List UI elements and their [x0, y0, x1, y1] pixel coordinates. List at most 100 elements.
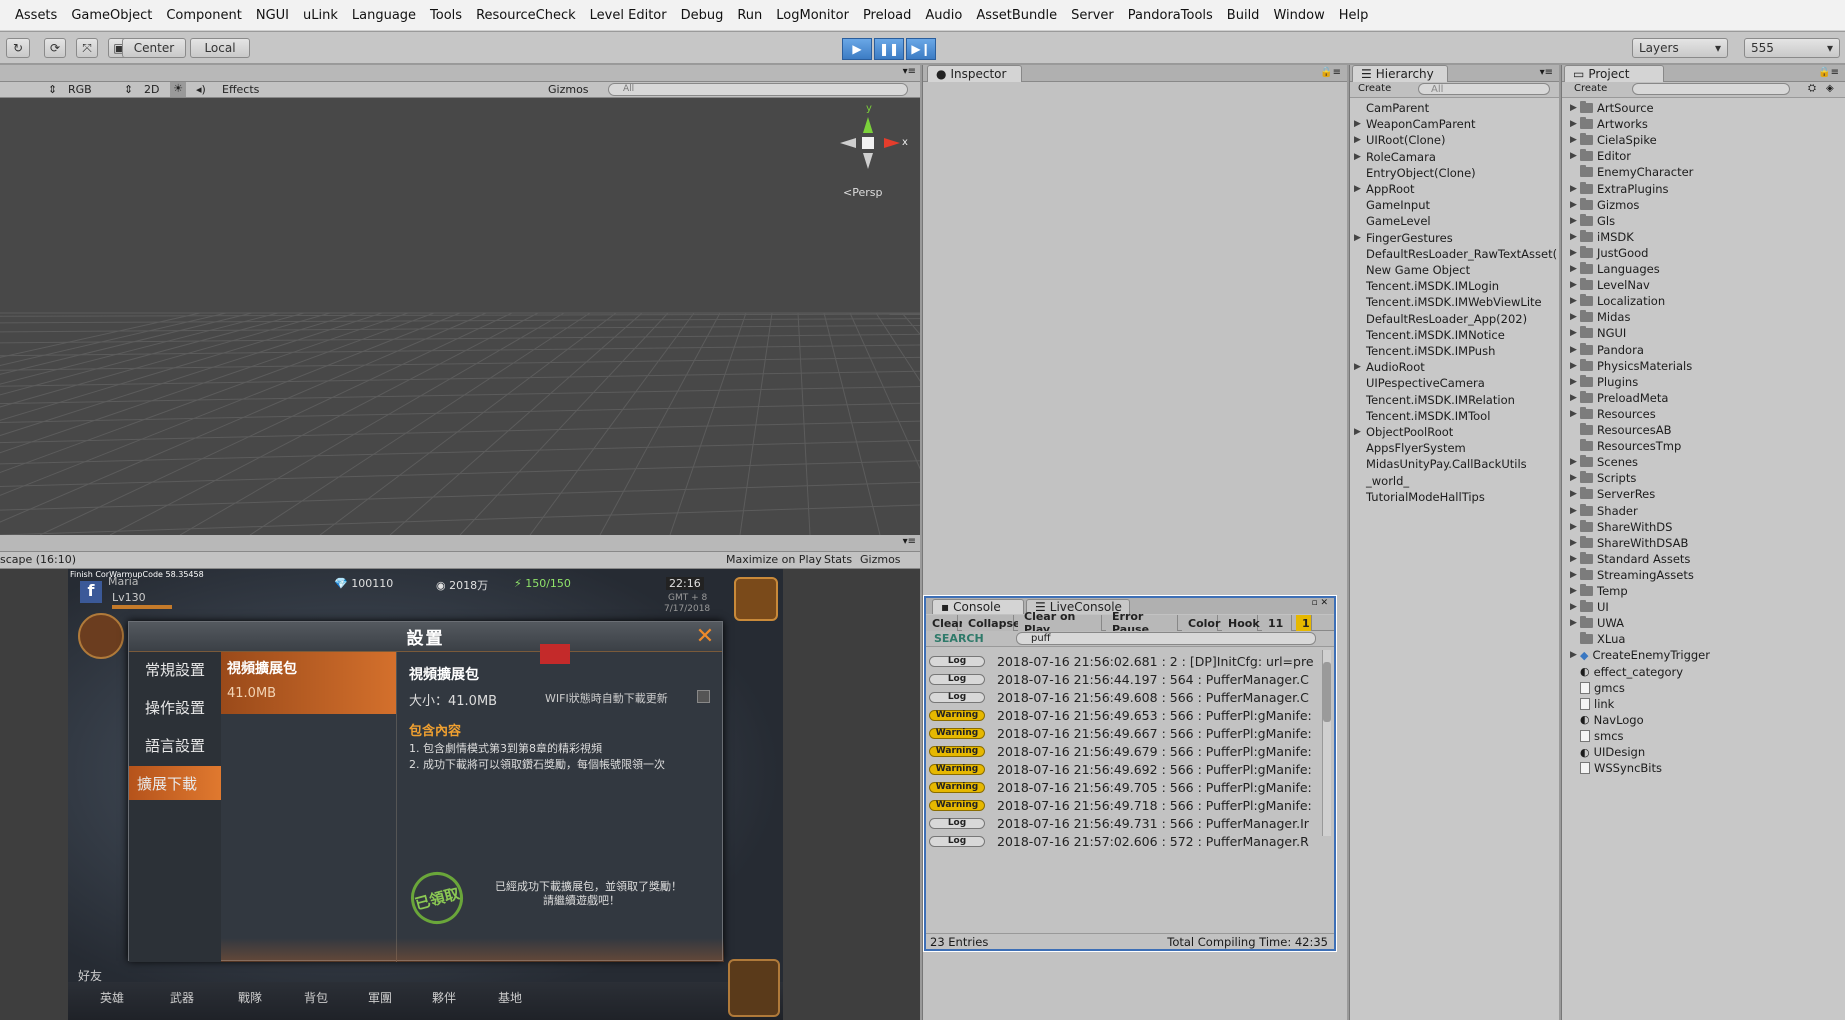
aspect-dropdown[interactable]: scape (16:10) — [0, 553, 76, 566]
expand-arrow-icon[interactable]: ▶ — [1570, 264, 1577, 274]
wifi-checkbox[interactable] — [697, 690, 710, 703]
hierarchy-item[interactable]: Tencent.iMSDK.IMPush — [1366, 344, 1495, 358]
menu-run[interactable]: Run — [730, 8, 769, 23]
expand-arrow-icon[interactable]: ▶ — [1570, 538, 1577, 548]
pivot-center-button[interactable]: Center — [122, 38, 186, 58]
hierarchy-item[interactable]: _world_ — [1366, 474, 1409, 488]
hierarchy-item[interactable]: Tencent.iMSDK.IMRelation — [1366, 393, 1515, 407]
menu-assetbundle[interactable]: AssetBundle — [969, 8, 1064, 23]
nav-base[interactable]: 基地 — [498, 989, 522, 1006]
console-button-hook[interactable]: Hook — [1222, 615, 1260, 631]
console-button-11[interactable]: 11 — [1262, 615, 1292, 631]
project-item[interactable]: link — [1580, 697, 1614, 711]
hierarchy-item[interactable]: GameLevel — [1366, 214, 1431, 228]
menu-expansion-download[interactable]: 擴展下載 — [129, 766, 221, 800]
expand-arrow-icon[interactable]: ▶ — [1570, 377, 1577, 387]
lighting-icon[interactable]: ☀ — [170, 82, 186, 97]
console-entry[interactable]: Warning 2018-07-16 21:56:49.653 : 566 : P… — [929, 706, 1324, 724]
hierarchy-item[interactable]: DefaultResLoader_RawTextAsset( — [1366, 247, 1557, 261]
project-item[interactable]: Pandora — [1580, 342, 1644, 357]
project-item[interactable]: Temp — [1580, 584, 1628, 598]
project-item[interactable]: Plugins — [1580, 374, 1638, 389]
project-item[interactable]: iMSDK — [1580, 229, 1634, 244]
project-item[interactable]: Gizmos — [1580, 197, 1639, 212]
hierarchy-item[interactable]: AppsFlyerSystem — [1366, 441, 1466, 455]
hierarchy-item[interactable]: RoleCamara — [1366, 150, 1436, 164]
console-button-error-pause[interactable]: Error Pause — [1106, 610, 1178, 636]
gizmos-dropdown[interactable]: Gizmos — [860, 553, 901, 566]
project-item[interactable]: WSSyncBits — [1580, 761, 1662, 775]
pivot-local-button[interactable]: Local — [190, 38, 250, 58]
expand-arrow-icon[interactable]: ▶ — [1570, 586, 1577, 596]
expand-arrow-icon[interactable]: ▶ — [1354, 427, 1361, 437]
mission-icon[interactable] — [728, 959, 780, 1017]
menu-ulink[interactable]: uLink — [296, 8, 345, 23]
create-dropdown[interactable]: Create — [1574, 83, 1607, 94]
scale-tool-icon[interactable]: ⤧ — [76, 38, 98, 58]
hierarchy-item[interactable]: CamParent — [1366, 101, 1429, 115]
project-item[interactable]: UI — [1580, 600, 1609, 614]
project-item[interactable]: Standard Assets — [1580, 551, 1690, 566]
expand-arrow-icon[interactable]: ▶ — [1570, 489, 1577, 499]
project-item[interactable]: NGUI — [1580, 326, 1626, 340]
project-item[interactable]: Languages — [1580, 262, 1660, 276]
hierarchy-item[interactable]: TutorialModeHallTips — [1366, 490, 1485, 504]
nav-squad[interactable]: 戰隊 — [238, 989, 262, 1006]
menu-pandoratools[interactable]: PandoraTools — [1121, 8, 1220, 23]
expand-arrow-icon[interactable]: ▶ — [1570, 328, 1577, 338]
project-item[interactable]: ResourcesTmp — [1580, 439, 1681, 453]
expand-arrow-icon[interactable]: ▶ — [1570, 232, 1577, 242]
project-item[interactable]: ServerRes — [1580, 487, 1655, 501]
project-item[interactable]: EnemyCharacter — [1580, 165, 1693, 179]
console-entry[interactable]: Log 2018-07-16 21:56:44.197 : 564 : Puffe… — [929, 670, 1324, 688]
project-item[interactable]: Shader — [1580, 503, 1638, 518]
lock-icon[interactable]: 🔒≡ — [1818, 67, 1839, 78]
project-item[interactable]: ExtraPlugins — [1580, 181, 1669, 196]
console-button-color[interactable]: Color — [1182, 615, 1220, 631]
expand-arrow-icon[interactable]: ▶ — [1570, 409, 1577, 419]
console-entry[interactable]: Warning 2018-07-16 21:56:49.679 : 566 : P… — [929, 742, 1324, 760]
expand-arrow-icon[interactable]: ▶ — [1570, 184, 1577, 194]
menu-level-editor[interactable]: Level Editor — [583, 8, 674, 23]
console-button-1[interactable]: 1 — [1296, 615, 1312, 631]
hierarchy-item[interactable]: DefaultResLoader_App(202) — [1366, 312, 1527, 326]
project-item[interactable]: UWA — [1580, 616, 1624, 630]
expand-arrow-icon[interactable]: ▶ — [1570, 103, 1577, 113]
gizmos-dropdown[interactable]: Gizmos — [548, 83, 589, 96]
project-item[interactable]: ◐ NavLogo — [1580, 713, 1644, 727]
expand-arrow-icon[interactable]: ▶ — [1570, 650, 1577, 660]
expand-arrow-icon[interactable]: ▶ — [1570, 216, 1577, 226]
console-entry[interactable]: Log 2018-07-16 21:57:02.606 : 572 : Puffe… — [929, 832, 1324, 850]
expand-arrow-icon[interactable]: ▶ — [1570, 345, 1577, 355]
expand-arrow-icon[interactable]: ▶ — [1570, 200, 1577, 210]
rotate-tool-icon[interactable]: ⟳ — [44, 38, 66, 58]
menu-assets[interactable]: Assets — [8, 8, 64, 23]
hierarchy-item[interactable]: UIPespectiveCamera — [1366, 376, 1485, 390]
hierarchy-item[interactable]: UIRoot(Clone) — [1366, 133, 1445, 147]
expand-arrow-icon[interactable]: ▶ — [1570, 151, 1577, 161]
console-entry[interactable]: Warning 2018-07-16 21:56:49.705 : 566 : P… — [929, 778, 1324, 796]
console-search-input[interactable]: puff — [1016, 632, 1316, 645]
expand-arrow-icon[interactable]: ▶ — [1570, 135, 1577, 145]
nav-bag[interactable]: 背包 — [304, 989, 328, 1006]
project-item[interactable]: Scripts — [1580, 471, 1636, 485]
menu-preload[interactable]: Preload — [856, 8, 918, 23]
project-item[interactable]: CielaSpike — [1580, 133, 1657, 147]
move-tool-button[interactable]: ↻ — [6, 38, 30, 58]
console-scrollbar[interactable] — [1322, 650, 1331, 836]
maximize-on-play-toggle[interactable]: Maximize on Play — [726, 553, 822, 566]
menu-gameobject[interactable]: GameObject — [64, 8, 159, 23]
expand-arrow-icon[interactable]: ▶ — [1570, 457, 1577, 467]
hierarchy-item[interactable]: New Game Object — [1366, 263, 1470, 277]
expand-arrow-icon[interactable]: ▶ — [1354, 184, 1361, 194]
hierarchy-item[interactable]: FingerGestures — [1366, 231, 1453, 245]
hierarchy-item[interactable]: GameInput — [1366, 198, 1430, 212]
tab-hierarchy[interactable]: ☰ Hierarchy — [1352, 65, 1448, 82]
project-item[interactable]: Gls — [1580, 213, 1615, 228]
hierarchy-item[interactable]: AudioRoot — [1366, 360, 1425, 374]
shop-icon[interactable] — [734, 577, 778, 621]
expand-arrow-icon[interactable]: ▶ — [1570, 296, 1577, 306]
expand-arrow-icon[interactable]: ▶ — [1570, 248, 1577, 258]
expansion-pack-item[interactable]: 視頻擴展包 41.0MB — [221, 652, 396, 714]
facebook-icon[interactable]: f — [80, 581, 102, 603]
